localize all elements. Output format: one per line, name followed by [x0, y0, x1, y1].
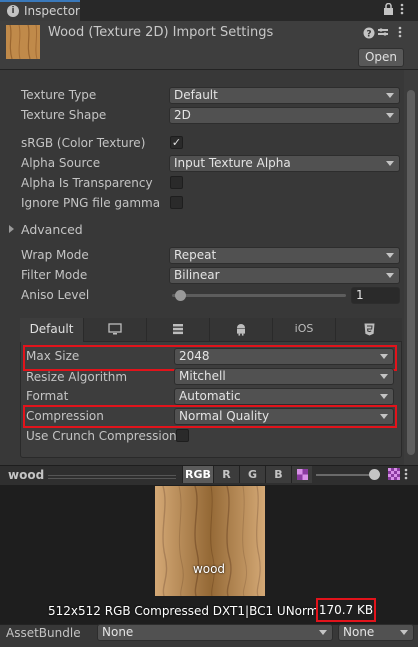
filter-mode-value: Bilinear: [174, 268, 220, 282]
resize-algorithm-label: Resize Algorithm: [26, 370, 128, 384]
tab-webgl[interactable]: [336, 318, 402, 342]
chevron-down-icon: [380, 374, 388, 379]
max-size-value: 2048: [179, 349, 210, 363]
header-title: Wood (Texture 2D) Import Settings: [48, 25, 274, 40]
inspector-tab[interactable]: i Inspector: [0, 0, 80, 21]
texture-thumbnail: [6, 25, 40, 59]
help-icon[interactable]: ?: [363, 27, 375, 42]
check-icon: ✓: [171, 136, 182, 149]
crunch-compression-label: Use Crunch Compression: [26, 429, 177, 443]
texture-size-label: 170.7 KB: [316, 598, 376, 622]
channel-b-button[interactable]: B: [265, 466, 291, 483]
texture-type-label: Texture Type: [21, 88, 97, 102]
asset-bundle-variant-value: None: [343, 625, 375, 639]
texture-shape-value: 2D: [174, 108, 191, 122]
chevron-down-icon: [380, 414, 388, 419]
menu-icon[interactable]: [400, 3, 404, 18]
more-options-icon[interactable]: [398, 26, 402, 41]
inspector-tab-label: Inspector: [24, 4, 80, 18]
chevron-down-icon: [386, 113, 394, 118]
svg-text:?: ?: [366, 30, 371, 40]
alpha-source-value: Input Texture Alpha: [174, 156, 291, 170]
wrap-mode-label: Wrap Mode: [21, 248, 89, 262]
chevron-down-icon: [386, 161, 394, 166]
channel-rgb-button[interactable]: RGB: [182, 466, 213, 483]
asset-bundle-variant-dropdown[interactable]: None: [338, 624, 414, 641]
crunch-compression-checkbox[interactable]: [176, 429, 189, 442]
alpha-channel-button[interactable]: [291, 466, 312, 483]
format-dropdown[interactable]: Automatic: [174, 388, 394, 405]
ignore-png-gamma-label: Ignore PNG file gamma: [21, 196, 161, 210]
chevron-down-icon: [386, 273, 394, 278]
alpha-source-dropdown[interactable]: Input Texture Alpha: [169, 155, 400, 172]
resize-algorithm-dropdown[interactable]: Mitchell: [174, 368, 394, 385]
tab-standalone[interactable]: [84, 318, 147, 342]
mip-slider-track[interactable]: [316, 474, 374, 476]
android-icon: [237, 324, 245, 336]
monitor-icon: [108, 323, 122, 335]
grid-icon: [173, 324, 183, 335]
preview-name: wood: [8, 468, 45, 482]
compression-label: Compression: [26, 409, 104, 423]
asset-bundle-name-dropdown[interactable]: None: [97, 624, 333, 641]
advanced-foldout[interactable]: Advanced: [21, 222, 83, 237]
srgb-label: sRGB (Color Texture): [21, 136, 146, 150]
expand-arrow-icon[interactable]: [9, 225, 14, 233]
alpha-transparency-checkbox[interactable]: [170, 176, 183, 189]
lock-icon[interactable]: [383, 2, 394, 18]
asset-bundle-name-value: None: [102, 625, 134, 639]
aniso-level-input[interactable]: 1: [351, 287, 400, 304]
preview-drag-handle[interactable]: [48, 475, 176, 479]
wrap-mode-value: Repeat: [174, 248, 217, 262]
html5-icon: [364, 323, 374, 336]
resize-algorithm-value: Mitchell: [179, 369, 226, 383]
asset-bundle-label: AssetBundle: [6, 626, 81, 640]
texture-shape-label: Texture Shape: [21, 108, 107, 122]
texture-info-label: 512x512 RGB Compressed DXT1|BC1 UNorm: [48, 604, 319, 618]
tab-android[interactable]: [210, 318, 273, 342]
mip-checker-icon[interactable]: [388, 468, 400, 483]
aniso-level-label: Aniso Level: [21, 288, 90, 302]
filter-mode-label: Filter Mode: [21, 268, 88, 282]
wood-texture-image: [155, 486, 265, 596]
aniso-level-value: 1: [356, 288, 364, 302]
alpha-checker-icon: [296, 469, 308, 480]
chevron-down-icon: [380, 394, 388, 399]
scrollbar-thumb[interactable]: [407, 90, 415, 455]
alpha-transparency-label: Alpha Is Transparency: [21, 176, 153, 190]
mip-slider-knob[interactable]: [369, 469, 380, 480]
tab-ios[interactable]: iOS: [273, 318, 336, 342]
tab-server[interactable]: [147, 318, 210, 342]
aniso-slider-track[interactable]: [172, 294, 346, 297]
format-value: Automatic: [179, 389, 241, 403]
tab-default[interactable]: Default: [20, 318, 84, 342]
ignore-png-gamma-checkbox[interactable]: [170, 196, 183, 209]
open-button[interactable]: Open: [358, 48, 404, 67]
compression-value: Normal Quality: [179, 409, 270, 423]
max-size-dropdown[interactable]: 2048: [174, 348, 394, 365]
chevron-down-icon: [319, 630, 327, 635]
compression-dropdown[interactable]: Normal Quality: [174, 408, 394, 425]
srgb-checkbox[interactable]: ✓: [170, 136, 183, 149]
alpha-source-label: Alpha Source: [21, 156, 101, 170]
chevron-down-icon: [400, 630, 408, 635]
texture-type-value: Default: [174, 88, 218, 102]
chevron-down-icon: [386, 93, 394, 98]
texture-type-dropdown[interactable]: Default: [169, 87, 400, 104]
info-icon: i: [7, 5, 19, 17]
aniso-slider-knob[interactable]: [175, 290, 186, 301]
texture-shape-dropdown[interactable]: 2D: [169, 107, 400, 124]
texture-name-label: wood: [192, 562, 226, 576]
preview-menu-icon[interactable]: [404, 467, 408, 481]
preset-icon[interactable]: [377, 27, 389, 42]
channel-g-button[interactable]: G: [239, 466, 265, 483]
channel-r-button[interactable]: R: [213, 466, 239, 483]
format-label: Format: [26, 389, 69, 403]
chevron-down-icon: [380, 354, 388, 359]
max-size-label: Max Size: [26, 349, 80, 363]
chevron-down-icon: [386, 253, 394, 258]
wrap-mode-dropdown[interactable]: Repeat: [169, 247, 400, 264]
filter-mode-dropdown[interactable]: Bilinear: [169, 267, 400, 284]
